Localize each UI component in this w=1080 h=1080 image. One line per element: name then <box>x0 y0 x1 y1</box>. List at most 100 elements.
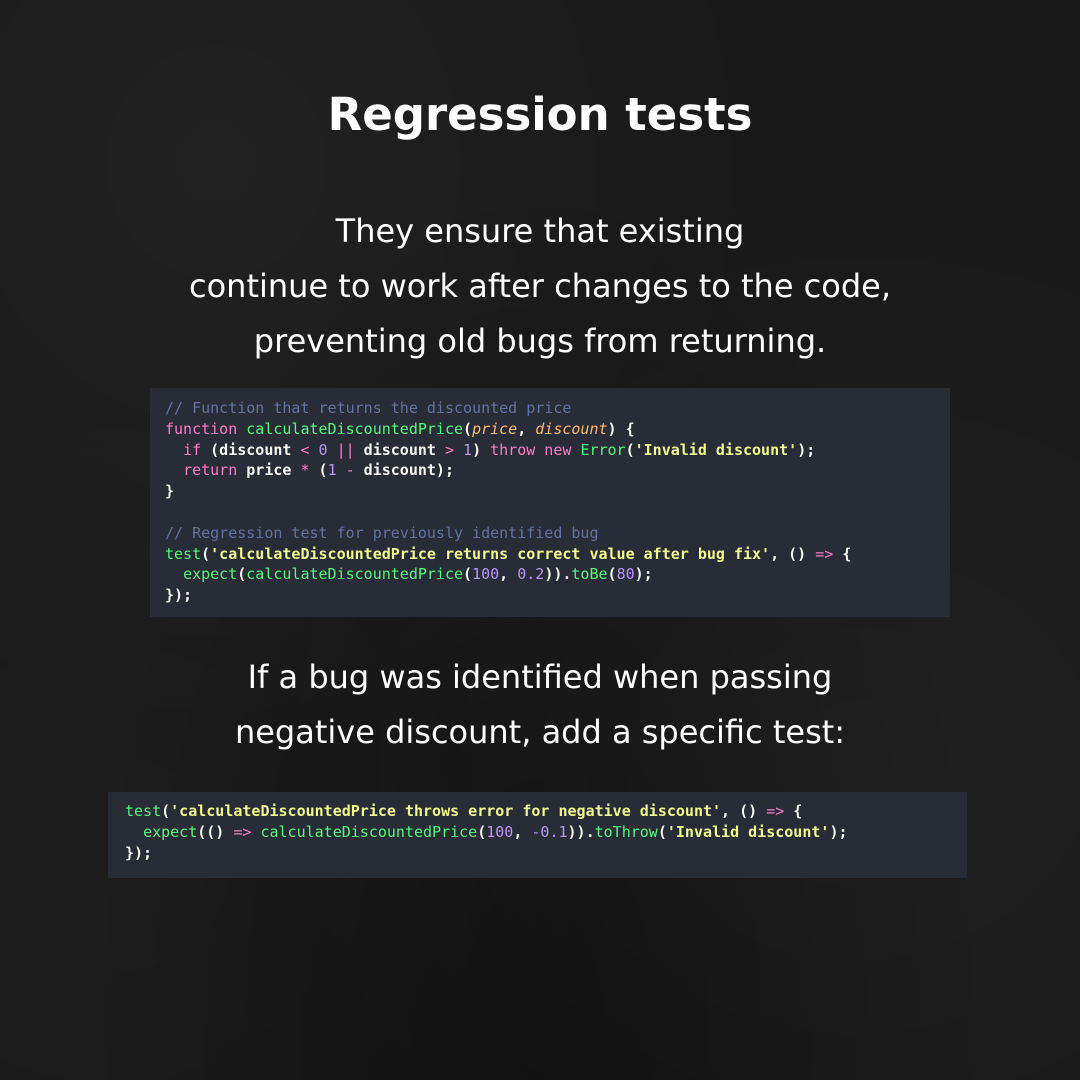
code-token: ); <box>797 440 816 459</box>
code-token: ); <box>829 822 848 841</box>
code-token: { <box>833 544 852 563</box>
code-token: 'Invalid discount' <box>666 822 830 841</box>
code-token: Error <box>580 440 626 459</box>
code-token: )). <box>567 822 595 841</box>
code-token: * <box>300 461 310 480</box>
intro-line: preventing old bugs from returning. <box>253 322 827 360</box>
code-line: }); <box>125 843 967 864</box>
code-token: , <box>513 822 532 841</box>
code-line: }); <box>165 585 950 606</box>
code-token: ) <box>472 440 491 459</box>
code-line: expect(() => calculateDiscountedPrice(10… <box>125 822 967 843</box>
code-token: calculateDiscountedPrice <box>246 565 464 584</box>
code-token: ); <box>634 565 653 584</box>
code-token: 80 <box>616 565 635 584</box>
code-token: toThrow <box>594 822 658 841</box>
code-token: toBe <box>571 565 608 584</box>
code-token: test <box>165 544 202 563</box>
code-line: // Function that returns the discounted … <box>165 398 950 419</box>
code-token: || <box>336 440 355 459</box>
code-token: , () <box>721 802 767 820</box>
code-token: } <box>165 482 175 501</box>
code-token: 'Invalid discount' <box>634 440 798 459</box>
code-token: throw new <box>490 440 581 459</box>
code-line: function calculateDiscountedPrice(price,… <box>165 419 950 440</box>
intro-line: continue to work after changes to the co… <box>188 267 892 305</box>
code-token: 0 <box>318 440 328 459</box>
code-token: => <box>233 822 252 841</box>
code-token: 'calculateDiscountedPrice returns correc… <box>210 544 771 563</box>
code-token: ( <box>309 461 328 480</box>
code-token: ( <box>201 544 211 563</box>
code-token: ( <box>625 440 635 459</box>
code-token: ( <box>477 822 487 841</box>
code-token: expect <box>183 565 238 584</box>
code-line: return price * (1 - discount); <box>165 460 950 481</box>
code-token: calculateDiscountedPrice <box>260 822 478 841</box>
code-token: discount <box>535 419 608 438</box>
code-token: 0.2 <box>517 565 545 584</box>
code-token: }); <box>125 843 153 862</box>
code-line: test('calculateDiscountedPrice throws er… <box>125 801 967 822</box>
code-block-regression-test: // Function that returns the discounted … <box>150 388 950 617</box>
code-token: function <box>165 419 247 438</box>
code-token: (discount <box>201 440 301 459</box>
code-token: ( <box>657 822 667 841</box>
code-token: expect <box>143 822 198 841</box>
code-token: price <box>237 461 301 480</box>
code-line: if (discount < 0 || discount > 1) throw … <box>165 440 950 461</box>
code-token: < <box>300 440 310 459</box>
code-token: ( <box>607 565 617 584</box>
code-token: return <box>183 461 238 480</box>
code-token: , () <box>770 544 816 563</box>
code-token: 100 <box>472 565 500 584</box>
code-token: , <box>499 565 518 584</box>
code-token: 'calculateDiscountedPrice throws error f… <box>170 802 722 820</box>
code-token: }); <box>165 586 193 605</box>
code-token: if <box>183 440 202 459</box>
code-token: price <box>472 419 518 438</box>
code-block-negative-discount-test: test('calculateDiscountedPrice throws er… <box>108 792 967 878</box>
code-token: 100 <box>486 822 514 841</box>
code-token: ( <box>463 419 473 438</box>
code-token: => <box>815 544 834 563</box>
code-token: , <box>517 419 536 438</box>
code-token: ( <box>161 802 171 820</box>
code-token: // Regression test for previously identi… <box>165 523 599 542</box>
code-token: > <box>444 440 454 459</box>
code-line: } <box>165 481 950 502</box>
code-token: ( <box>237 565 247 584</box>
code-line: // Regression test for previously identi… <box>165 523 950 544</box>
code-token: // Function that returns the discounted … <box>165 399 572 417</box>
code-token: discount <box>354 440 445 459</box>
code-token: calculateDiscountedPrice <box>246 419 464 438</box>
code-token: test <box>125 802 162 820</box>
explain-line: negative discount, add a specific test: <box>234 713 846 751</box>
code-token: 1 <box>327 461 337 480</box>
intro-line: They ensure that existing <box>335 212 745 250</box>
explain-paragraph: If a bug was identified when passing neg… <box>0 650 1080 760</box>
code-token: )). <box>544 565 572 584</box>
code-line: test('calculateDiscountedPrice returns c… <box>165 544 950 565</box>
code-line: expect(calculateDiscountedPrice(100, 0.2… <box>165 564 950 585</box>
code-token: ) { <box>607 419 635 438</box>
code-token: ( <box>463 565 473 584</box>
explain-line: If a bug was identified when passing <box>247 658 833 696</box>
intro-paragraph: They ensure that existing continue to wo… <box>0 204 1080 369</box>
code-token: 1 <box>463 440 473 459</box>
code-token: - <box>345 461 355 480</box>
code-token: (() <box>197 822 234 841</box>
code-token: -0.1 <box>531 822 568 841</box>
code-token: => <box>766 802 785 820</box>
code-token: discount); <box>354 461 454 480</box>
code-token: { <box>784 802 803 820</box>
